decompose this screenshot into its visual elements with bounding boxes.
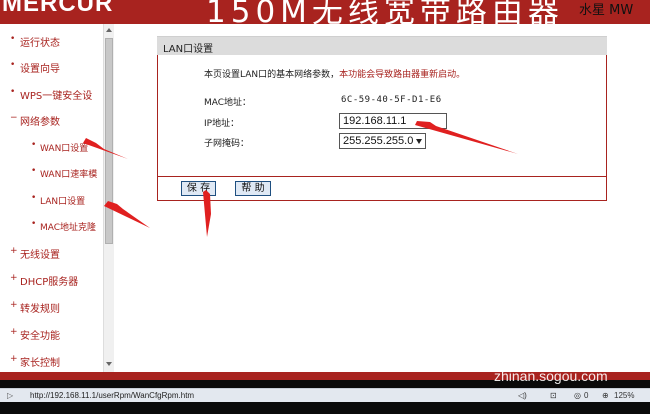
router-model: 水星 MW bbox=[579, 3, 634, 18]
sidebar-item-label: 无线设置 bbox=[20, 250, 60, 261]
bullet-icon: • bbox=[10, 34, 16, 44]
watermark-text: 搜狗指南 bbox=[518, 340, 598, 364]
zoom-level[interactable]: 125% bbox=[614, 391, 634, 400]
expand-icon: + bbox=[10, 327, 18, 337]
sidebar-scrollbar[interactable] bbox=[103, 24, 114, 372]
restart-warning: 本功能会导致路由器重新启动。 bbox=[339, 70, 466, 80]
sidebar-item-status[interactable]: • 运行状态 bbox=[0, 28, 104, 54]
bullet-icon: • bbox=[31, 193, 37, 203]
scroll-thumb[interactable] bbox=[105, 38, 113, 244]
status-url: http://192.168.11.1/userRpm/WanCfgRpm.ht… bbox=[30, 391, 195, 400]
sidebar-item-label: WAN口速率模 bbox=[40, 170, 98, 180]
sidebar-item-network[interactable]: − 网络参数 bbox=[0, 107, 104, 133]
sidebar-item-label: MAC地址克隆 bbox=[40, 223, 97, 233]
collapse-icon: − bbox=[10, 113, 18, 123]
expand-icon: + bbox=[10, 300, 18, 310]
sidebar-item-wps[interactable]: • WPS一键安全设 bbox=[0, 81, 104, 107]
sidebar-item-label: WPS一键安全设 bbox=[20, 91, 93, 102]
sidebar-item-label: 设置向导 bbox=[20, 64, 60, 75]
router-title: 150M无线宽带路由器 bbox=[206, 0, 564, 24]
blocked-count: 0 bbox=[584, 391, 589, 400]
scroll-down-icon[interactable] bbox=[106, 362, 112, 366]
sidebar-item-security[interactable]: + 安全功能 bbox=[0, 321, 104, 347]
subnet-mask-value: 255.255.255.0 bbox=[343, 135, 414, 147]
lan-settings-panel: 本页设置LAN口的基本网络参数，本功能会导致路由器重新启动。 MAC地址： 6C… bbox=[157, 55, 607, 201]
bullet-icon: • bbox=[31, 166, 37, 176]
mac-value: 6C-59-40-5F-D1-E6 bbox=[341, 95, 442, 105]
bullet-icon: • bbox=[31, 140, 37, 150]
sidebar-item-label: 网络参数 bbox=[20, 117, 60, 128]
ip-label: IP地址： bbox=[204, 119, 240, 129]
ip-address-input[interactable]: 192.168.11.1 bbox=[339, 113, 447, 129]
watermark-url: zhinan.sogou.com bbox=[494, 368, 608, 384]
sidebar-item-dhcp[interactable]: + DHCP服务器 bbox=[0, 267, 104, 293]
brand-logo-text: MERCUR bbox=[2, 0, 114, 17]
sidebar-item-lan-settings[interactable]: • LAN口设置 bbox=[0, 187, 104, 213]
sidebar-menu: • 运行状态 • 设置向导 • WPS一键安全设 − 网络参数 • WAN口设置… bbox=[0, 24, 114, 372]
sidebar-item-label: 转发规则 bbox=[20, 304, 60, 315]
panel-description: 本页设置LAN口的基本网络参数，本功能会导致路由器重新启动。 bbox=[204, 67, 465, 80]
bullet-icon: • bbox=[31, 219, 37, 229]
dropdown-arrow-icon bbox=[416, 139, 422, 144]
panel-divider bbox=[158, 176, 606, 177]
sidebar-item-wan-speed[interactable]: • WAN口速率模 bbox=[0, 160, 104, 186]
expand-icon: + bbox=[10, 354, 18, 364]
expand-icon: + bbox=[10, 246, 18, 256]
scroll-up-icon[interactable] bbox=[106, 28, 112, 32]
sidebar-item-forwarding[interactable]: + 转发规则 bbox=[0, 294, 104, 320]
sidebar-item-wan-settings[interactable]: • WAN口设置 bbox=[0, 134, 104, 160]
bullet-icon: • bbox=[10, 87, 16, 97]
page-title: LAN口设置 bbox=[163, 44, 214, 55]
sidebar-item-setup-wizard[interactable]: • 设置向导 bbox=[0, 54, 104, 80]
sidebar-item-parental[interactable]: + 家长控制 bbox=[0, 348, 104, 372]
share-icon[interactable]: ⊡ bbox=[550, 391, 557, 400]
subnet-mask-label: 子网掩码： bbox=[204, 139, 250, 149]
shield-icon[interactable]: ◎ bbox=[574, 391, 581, 400]
sidebar-item-label: 运行状态 bbox=[20, 38, 60, 49]
browser-statusbar: ▷ http://192.168.11.1/userRpm/WanCfgRpm.… bbox=[0, 388, 650, 402]
description-text: 本页设置LAN口的基本网络参数， bbox=[204, 70, 340, 80]
sidebar-item-label: DHCP服务器 bbox=[20, 277, 79, 288]
sidebar-item-label: 家长控制 bbox=[20, 358, 60, 369]
page-icon: ▷ bbox=[7, 391, 14, 400]
mac-label: MAC地址： bbox=[204, 98, 252, 108]
screen-border-bottom bbox=[0, 402, 650, 414]
sidebar-item-label: 安全功能 bbox=[20, 331, 60, 342]
sidebar-item-mac-clone[interactable]: • MAC地址克隆 bbox=[0, 213, 104, 239]
subnet-mask-select[interactable]: 255.255.255.0 bbox=[339, 133, 426, 149]
sogou-logo-glyph: S bbox=[492, 333, 507, 357]
help-button[interactable]: 帮 助 bbox=[235, 181, 271, 196]
router-header: MERCUR 150M无线宽带路由器 水星 MW bbox=[0, 0, 650, 24]
sound-icon[interactable]: ◁) bbox=[518, 391, 527, 400]
sidebar-item-wireless[interactable]: + 无线设置 bbox=[0, 240, 104, 266]
panel-header: LAN口设置 bbox=[157, 36, 607, 55]
sidebar-item-label: LAN口设置 bbox=[40, 197, 86, 207]
zoom-icon[interactable]: ⊕ bbox=[602, 391, 609, 400]
sidebar-item-label: WAN口设置 bbox=[40, 144, 89, 154]
bullet-icon: • bbox=[10, 60, 16, 70]
save-button[interactable]: 保 存 bbox=[181, 181, 216, 196]
expand-icon: + bbox=[10, 273, 18, 283]
